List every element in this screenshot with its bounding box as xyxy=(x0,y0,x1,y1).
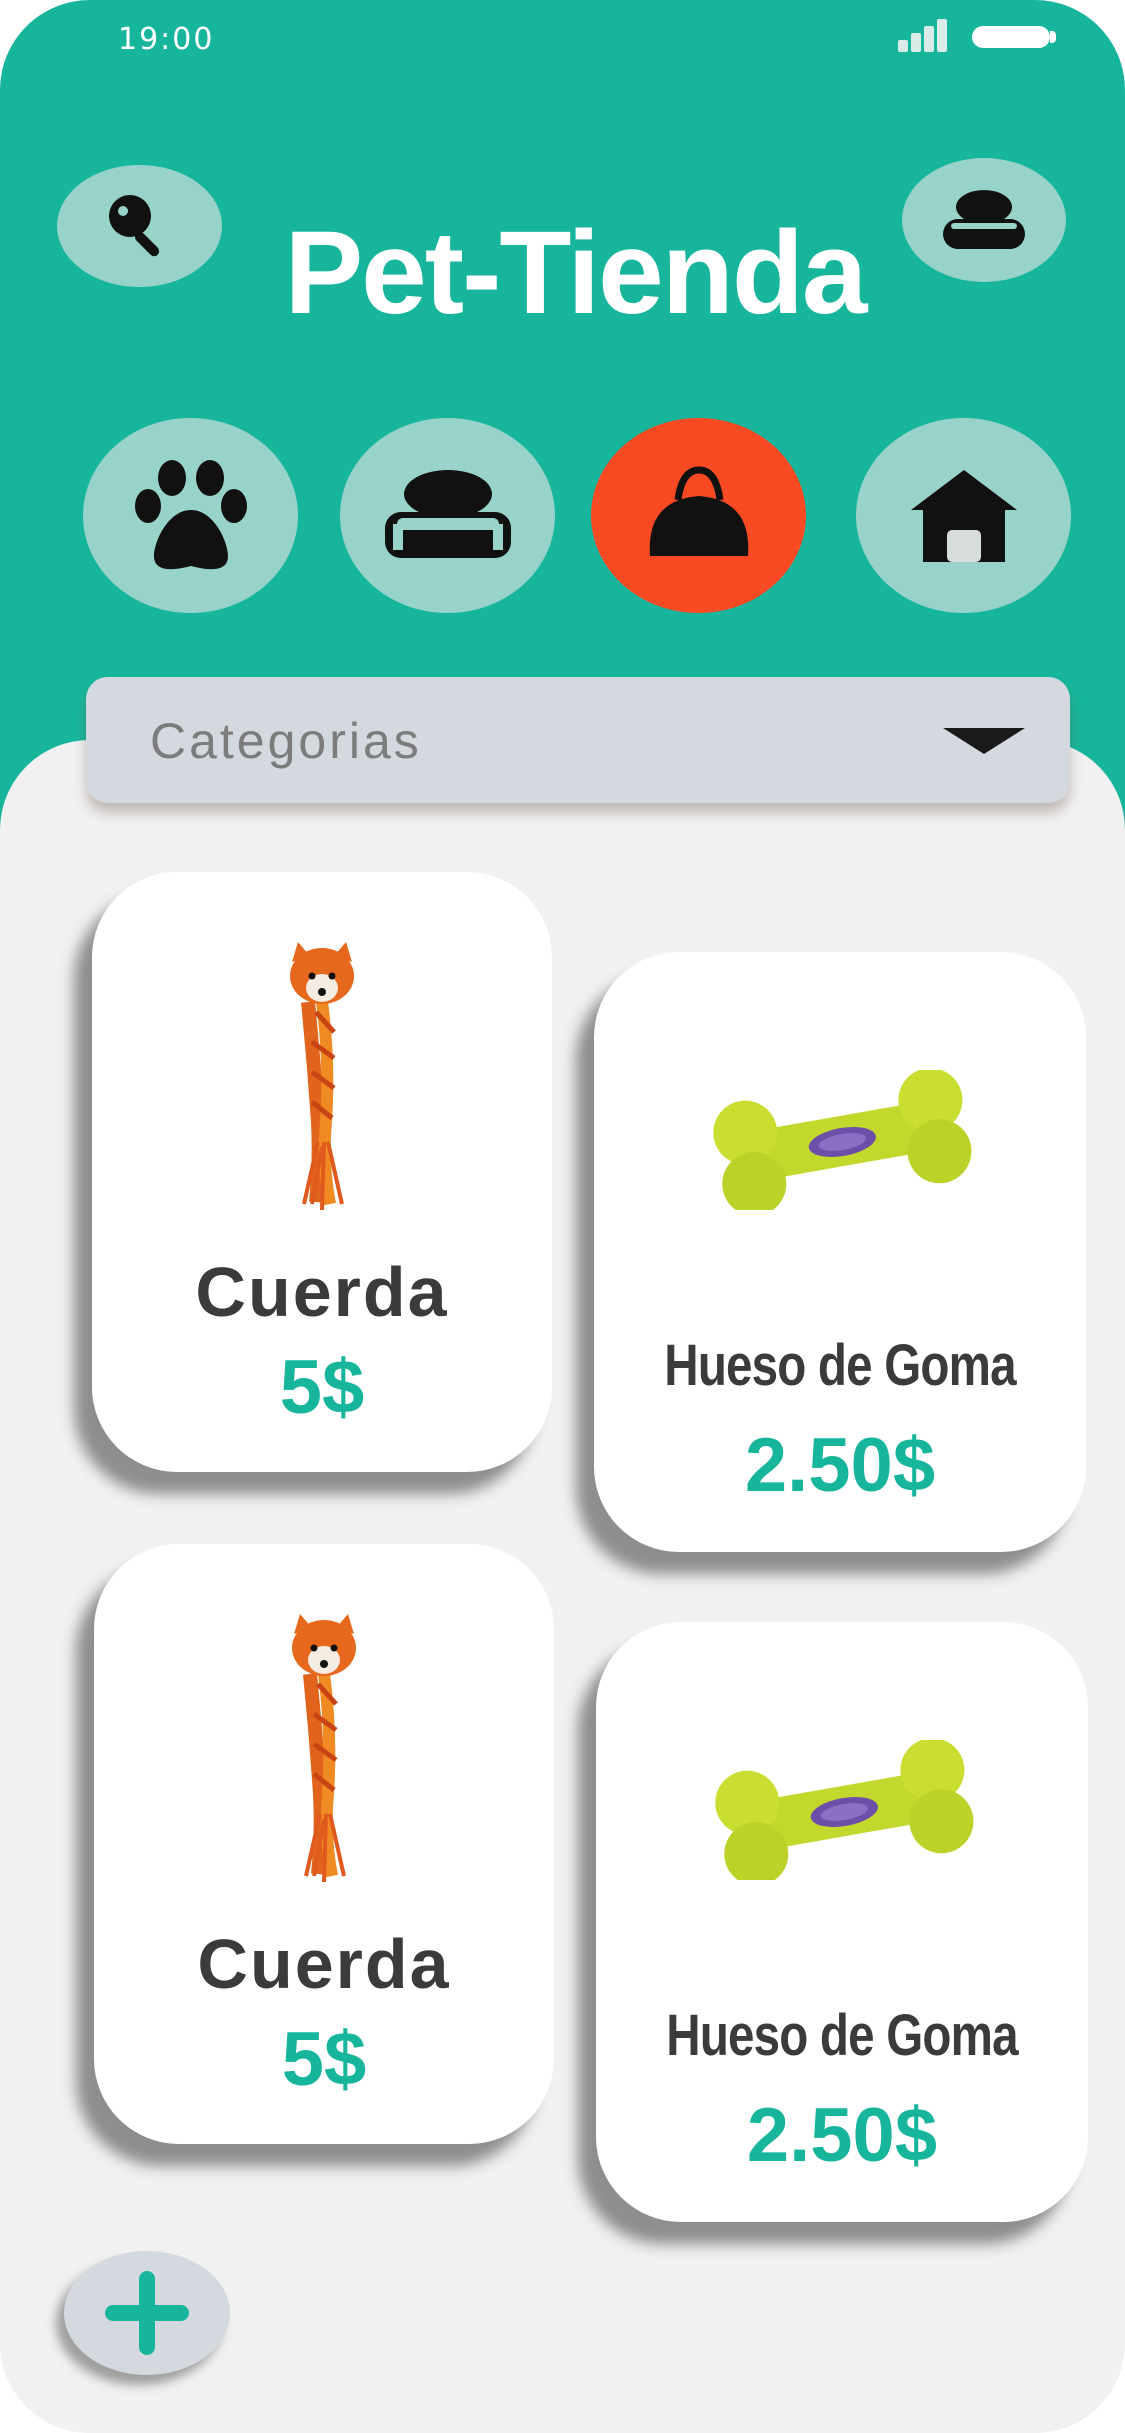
battery-icon xyxy=(972,26,1050,48)
search-button[interactable] xyxy=(57,165,222,287)
category-bed-button[interactable] xyxy=(340,418,555,613)
pet-carrier-bag-icon xyxy=(649,465,748,556)
chevron-down-icon[interactable] xyxy=(943,728,1025,754)
rubber-bone-toy-image xyxy=(713,1070,972,1210)
product-price: 5$ xyxy=(279,1345,365,1430)
product-name: Hueso de Goma xyxy=(664,1333,1016,1398)
battery-tip xyxy=(1050,31,1056,43)
status-time: 19:00 xyxy=(118,22,215,57)
product-price: 2.50$ xyxy=(746,2093,938,2178)
pet-bed-icon xyxy=(384,469,511,558)
category-paw-button[interactable] xyxy=(83,418,298,613)
product-name: Hueso de Goma xyxy=(666,2003,1018,2068)
product-card[interactable]: Hueso de Goma 2.50$ xyxy=(594,952,1086,1552)
add-button[interactable] xyxy=(64,2251,230,2375)
rubber-bone-toy-image xyxy=(715,1740,974,1880)
fox-rope-toy-image xyxy=(292,1614,356,1883)
product-name: Cuerda xyxy=(197,1925,451,2003)
app-title: Pet-Tienda xyxy=(284,207,867,339)
paw-icon xyxy=(134,459,247,569)
dog-house-icon xyxy=(910,469,1017,562)
product-card[interactable]: Hueso de Goma 2.50$ xyxy=(596,1622,1088,2222)
profile-icon xyxy=(943,190,1025,249)
product-card[interactable]: Cuerda 5$ xyxy=(94,1544,554,2144)
profile-button[interactable] xyxy=(902,158,1066,282)
plus-icon xyxy=(105,2271,189,2355)
dropdown-label: Categorias xyxy=(150,713,422,769)
product-price: 2.50$ xyxy=(744,1423,936,1508)
category-dropdown[interactable]: Categorias xyxy=(86,677,1070,803)
category-house-button[interactable] xyxy=(856,418,1071,613)
fox-rope-toy-image xyxy=(290,942,354,1211)
product-price: 5$ xyxy=(281,2017,367,2102)
phone-screen: 19:00 Pet-Tienda Categorias Cuerda 5$ Hu… xyxy=(0,0,1125,2433)
product-card[interactable]: Cuerda 5$ xyxy=(92,872,552,1472)
signal-icon xyxy=(898,18,958,52)
category-carrier-button[interactable] xyxy=(591,418,806,613)
product-name: Cuerda xyxy=(195,1253,449,1331)
search-icon xyxy=(108,195,159,257)
